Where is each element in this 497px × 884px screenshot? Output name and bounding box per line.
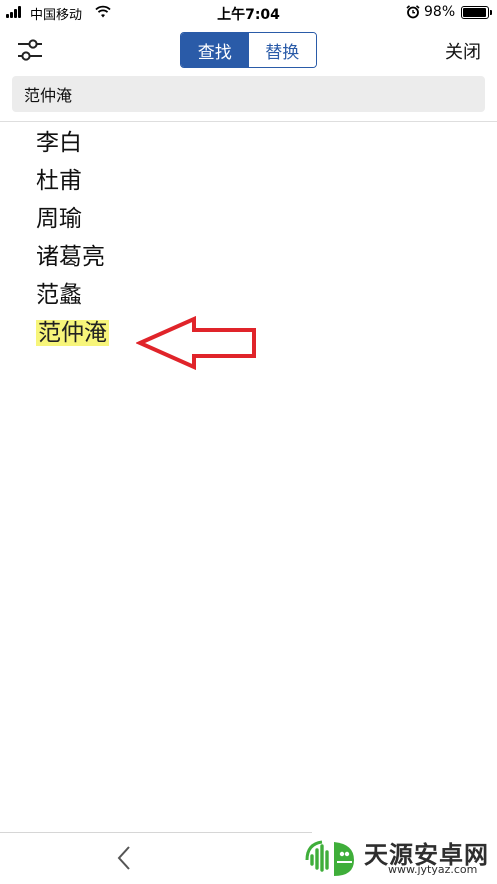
tab-find[interactable]: 查找 [181,33,249,67]
find-replace-screen: 中国移动 上午7:04 98% 查找 替换 关闭 李白 杜 [0,0,497,884]
document-line-match: 范仲淹 [36,314,109,352]
bottom-divider [0,832,312,833]
search-match-highlight: 范仲淹 [36,320,109,346]
document-body: 李白 杜甫 周瑜 诸葛亮 范蠡 范仲淹 [36,124,109,352]
document-line: 周瑜 [36,206,82,232]
close-button[interactable]: 关闭 [445,38,481,64]
chevron-left-icon[interactable] [112,842,136,874]
alarm-icon [406,5,420,19]
watermark-url: www.jytyaz.com [388,863,478,876]
document-line: 范蠡 [36,282,82,308]
battery-icon [461,6,492,19]
divider [0,121,497,122]
annotation-arrow-icon [136,316,256,370]
watermark-logo-icon [305,840,354,876]
battery-percent: 98% [424,4,456,20]
find-replace-tabs: 查找 替换 [180,32,317,68]
sliders-icon[interactable] [16,36,44,64]
document-line: 诸葛亮 [36,244,105,270]
watermark: 天源安卓网 www.jytyaz.com [304,832,497,882]
status-bar: 中国移动 上午7:04 98% [0,0,497,26]
document-line: 李白 [36,130,82,156]
tab-replace[interactable]: 替换 [248,33,316,67]
document-line: 杜甫 [36,168,82,194]
search-input[interactable] [12,76,485,112]
clock: 上午7:04 [217,7,280,23]
